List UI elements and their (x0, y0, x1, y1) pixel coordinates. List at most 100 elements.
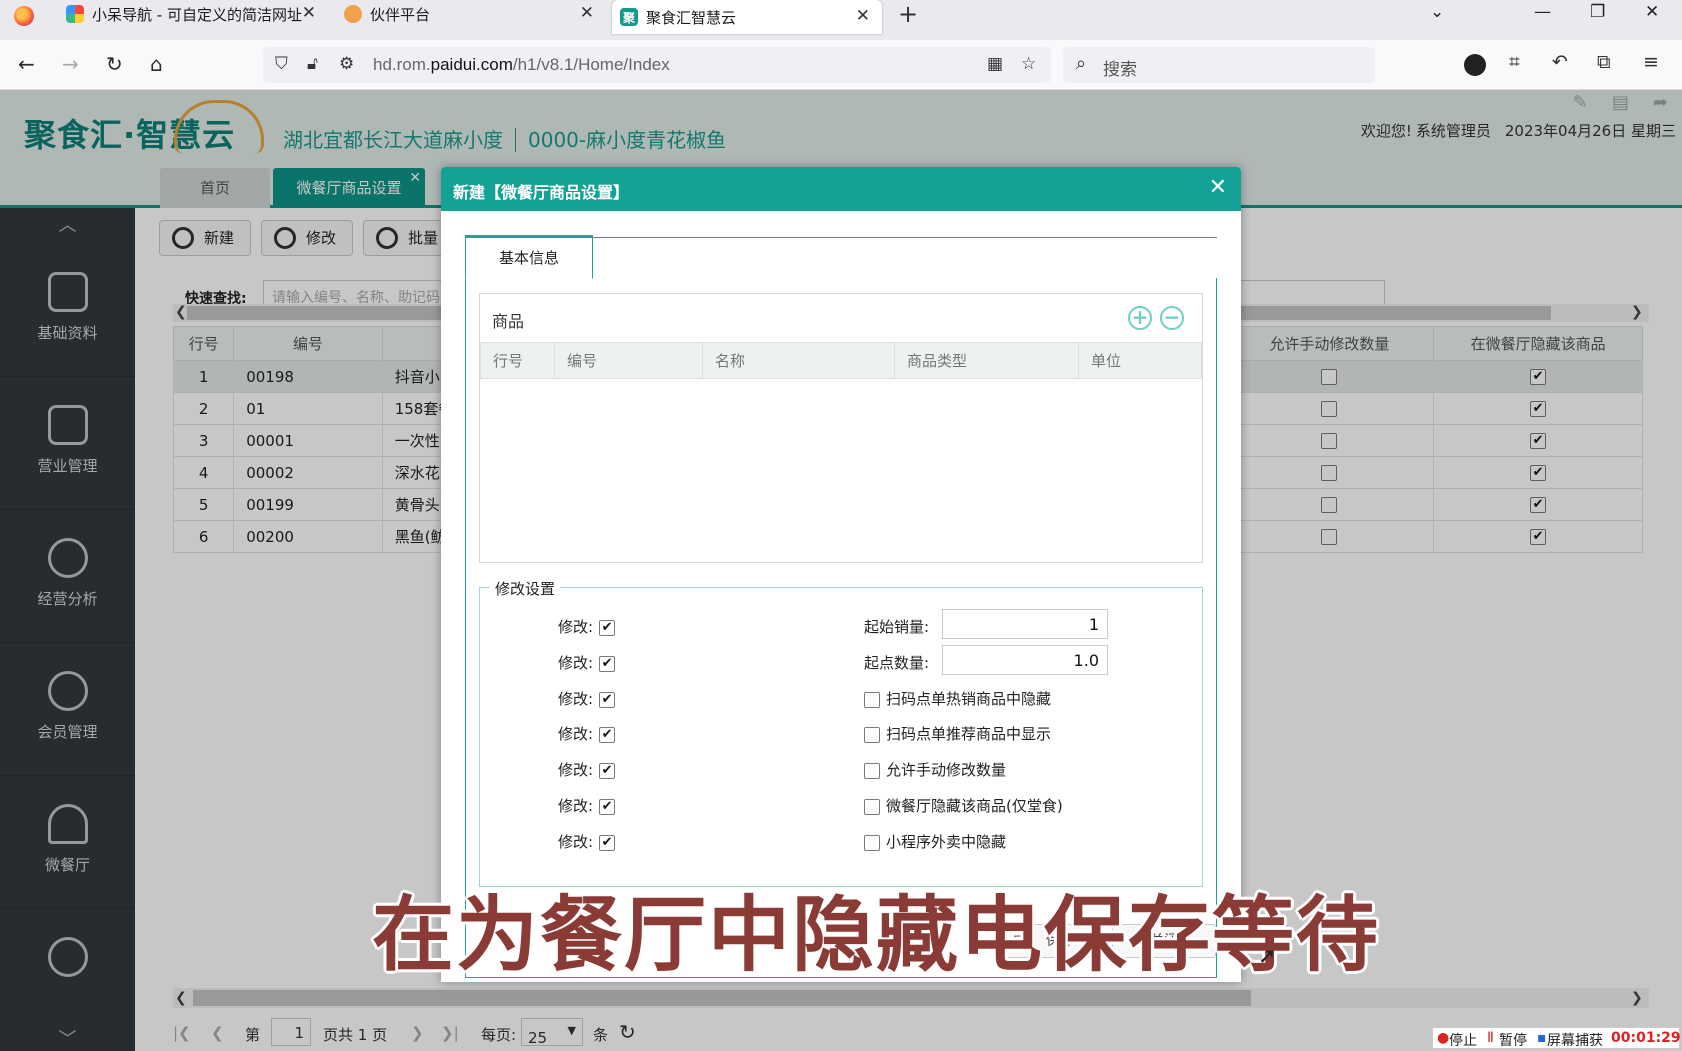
start-qty-input[interactable]: 1.0 (942, 645, 1108, 675)
tab-title: 伙伴平台 (370, 5, 431, 24)
recorder-capture-button[interactable]: 屏幕捕获 (1547, 1030, 1603, 1050)
modify-checkbox[interactable]: ✔ (599, 726, 616, 743)
goods-panel: 商品 + − 行号 编号 名称 商品类型 单位 (479, 293, 1203, 563)
modify-label: 修改: (558, 654, 594, 672)
dialog-header: 新建【微餐厅商品设置】 ✕ (441, 167, 1241, 211)
column-header[interactable]: 编号 (554, 342, 703, 379)
pinwheel-icon (66, 5, 84, 23)
forward-icon[interactable]: → (62, 52, 79, 76)
option-allow-manual-qty[interactable]: 允许手动修改数量 (864, 759, 1006, 780)
menu-icon[interactable]: ≡ (1643, 51, 1659, 73)
option-label: 微餐厅隐藏该商品(仅堂食) (886, 797, 1063, 815)
undo-icon[interactable]: ↶ (1552, 51, 1568, 73)
browser-tab-bar: 小呆导航 - 可自定义的简洁网址 ✕ 伙伴平台 ✕ 聚 聚食汇智慧云 ✕ + ⌄… (0, 0, 1682, 40)
add-row-icon[interactable]: + (1128, 306, 1152, 330)
option-checkbox[interactable] (864, 798, 880, 815)
browser-tab-partner[interactable]: 伙伴平台 ✕ (344, 0, 594, 28)
modify-checkbox[interactable]: ✔ (599, 834, 616, 851)
search-icon: ⌕ (1076, 53, 1087, 74)
start-qty-label: 起点数量: (864, 654, 930, 672)
modify-row: 修改: ✔ (558, 795, 616, 816)
url-text[interactable]: hd.rom.paidui.com/h1/v8.1/Home/Index (373, 55, 670, 75)
modify-row: 修改: ✔ (558, 652, 616, 673)
lock-off-icon[interactable]: 🔓︎ (307, 54, 318, 74)
home-icon[interactable]: ⌂ (150, 52, 163, 76)
mouse-cursor-icon: ➚ (1258, 944, 1277, 969)
option-label: 小程序外卖中隐藏 (886, 833, 1007, 851)
modify-label: 修改: (558, 797, 594, 815)
option-checkbox[interactable] (864, 726, 880, 743)
browser-nav-bar: ← → ↻ ⌂ ⛉ 🔓︎ ⚙ hd.rom.paidui.com/h1/v8.1… (0, 40, 1682, 90)
bookmark-star-icon[interactable]: ☆ (1021, 54, 1036, 74)
tab-title: 小呆导航 - 可自定义的简洁网址 (92, 5, 302, 24)
firefox-icon[interactable] (14, 6, 34, 26)
modify-label: 修改: (558, 761, 594, 779)
tab-list-icon[interactable]: ⌄ (1430, 2, 1444, 22)
goods-table: 行号 编号 名称 商品类型 单位 (480, 342, 1202, 379)
modify-settings-group: 修改设置 修改: ✔ 修改: ✔ 修改: ✔ 修改: ✔ 修改: ✔ 修改: ✔ 修改: ✔ … (479, 578, 1203, 887)
search-placeholder: 搜索 (1103, 60, 1137, 80)
modify-label: 修改: (558, 725, 594, 743)
modify-row: 修改: ✔ (558, 688, 616, 709)
tab-basic-info[interactable]: 基本信息 (465, 235, 593, 279)
start-sales-input[interactable]: 1 (942, 609, 1108, 639)
option-checkbox[interactable] (864, 762, 880, 779)
browser-tab-navigation[interactable]: 小呆导航 - 可自定义的简洁网址 ✕ (66, 0, 316, 28)
shield-icon[interactable]: ⛉ (275, 54, 288, 74)
qr-code-icon[interactable]: ▦ (987, 54, 1003, 74)
remove-row-icon[interactable]: − (1160, 306, 1184, 330)
restore-icon[interactable]: ❐ (1590, 2, 1605, 22)
new-goods-setting-dialog: 新建【微餐厅商品设置】 ✕ 基本信息 商品 + − 行号 编号 名称 商品类型 … (441, 167, 1241, 982)
option-hide-in-micro-restaurant[interactable]: 微餐厅隐藏该商品(仅堂食) (864, 795, 1063, 816)
crop-icon[interactable]: ⌗ (1509, 51, 1520, 73)
extensions-icon[interactable]: ⧉ (1597, 51, 1611, 73)
back-icon[interactable]: ← (18, 52, 35, 76)
modify-row: 修改: ✔ (558, 723, 616, 744)
window-close-icon[interactable]: ✕ (1645, 2, 1659, 22)
modify-checkbox[interactable]: ✔ (599, 762, 616, 779)
column-header[interactable]: 名称 (702, 342, 895, 379)
close-tab-icon[interactable]: ✕ (856, 6, 870, 26)
browser-tab-active[interactable]: 聚 聚食汇智慧云 ✕ (612, 0, 882, 34)
search-bar[interactable]: ⌕ 搜索 (1063, 47, 1375, 83)
start-sales-label: 起始销量: (864, 618, 930, 636)
capture-icon: ▪ (1537, 1030, 1547, 1046)
recorder-stop-button[interactable]: 停止 (1449, 1030, 1477, 1050)
modify-checkbox[interactable]: ✔ (599, 619, 616, 636)
modify-row: 修改: ✔ (558, 831, 616, 852)
new-tab-icon[interactable]: + (898, 0, 918, 28)
option-label: 允许手动修改数量 (886, 761, 1007, 779)
column-header[interactable]: 行号 (480, 342, 555, 379)
column-header[interactable]: 单位 (1078, 342, 1202, 379)
close-icon[interactable]: ✕ (1209, 175, 1227, 200)
option-checkbox[interactable] (864, 691, 880, 708)
modify-checkbox[interactable]: ✔ (599, 655, 616, 672)
recorder-timer: 00:01:29 (1611, 1030, 1681, 1046)
option-label: 扫码点单推荐商品中显示 (886, 725, 1052, 743)
option-hide-hot-sales[interactable]: 扫码点单热销商品中隐藏 (864, 688, 1051, 709)
modify-label: 修改: (558, 690, 594, 708)
recorder-pause-button[interactable]: 暂停 (1499, 1030, 1527, 1050)
address-bar[interactable]: ⛉ 🔓︎ ⚙ hd.rom.paidui.com/h1/v8.1/Home/In… (263, 47, 1051, 83)
modify-label: 修改: (558, 618, 594, 636)
minimize-icon[interactable]: — (1534, 2, 1551, 22)
video-subtitle: 在为餐厅中隐藏电保存等待 (372, 888, 1381, 983)
option-hide-in-miniprogram-takeaway[interactable]: 小程序外卖中隐藏 (864, 831, 1006, 852)
option-show-recommended[interactable]: 扫码点单推荐商品中显示 (864, 723, 1051, 744)
modify-checkbox[interactable]: ✔ (599, 691, 616, 708)
modify-checkbox[interactable]: ✔ (599, 798, 616, 815)
profile-avatar[interactable] (1464, 54, 1486, 76)
stop-icon: ● (1437, 1030, 1450, 1046)
reload-icon[interactable]: ↻ (106, 52, 123, 76)
permissions-icon[interactable]: ⚙ (339, 54, 354, 74)
close-tab-icon[interactable]: ✕ (580, 3, 594, 23)
app-favicon: 聚 (620, 8, 638, 26)
close-tab-icon[interactable]: ✕ (302, 3, 316, 23)
modify-row: 修改: ✔ (558, 616, 616, 637)
option-label: 扫码点单热销商品中隐藏 (886, 690, 1052, 708)
column-header[interactable]: 商品类型 (894, 342, 1079, 379)
option-checkbox[interactable] (864, 834, 880, 851)
modify-label: 修改: (558, 833, 594, 851)
goods-panel-title: 商品 (492, 312, 525, 331)
dialog-title: 新建【微餐厅商品设置】 (453, 183, 630, 202)
